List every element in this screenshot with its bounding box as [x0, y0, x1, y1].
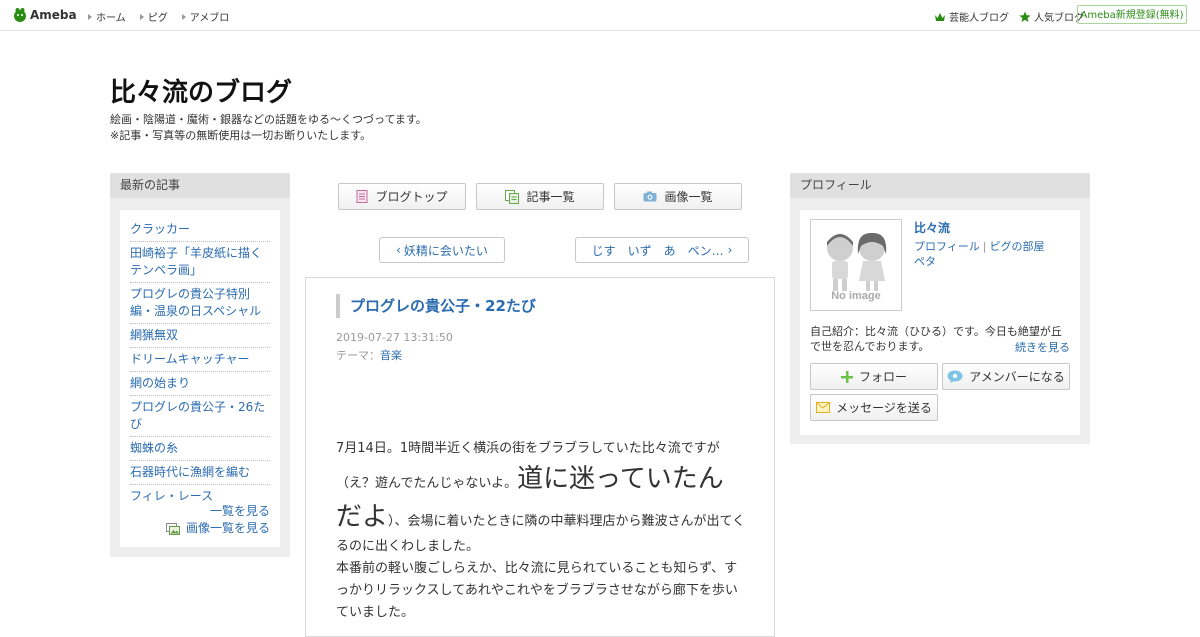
profile-avatar[interactable]: No image	[810, 219, 902, 311]
recent-entries-list: クラッカー 田崎裕子「羊皮紙に描くテンペラ画」 プログレの貴公子特別編・温泉の日…	[130, 218, 270, 508]
recent-entries-heading: 最新の記事	[110, 173, 290, 198]
celebrity-blog-label: 芸能人ブログ	[949, 13, 1009, 24]
blog-description-line-1: 絵画・陰陽道・魔術・銀器などの話題をゆる～くつづってます。	[110, 113, 427, 126]
nav-ameblo-label: アメブロ	[189, 13, 230, 24]
image-list-button[interactable]: 画像一覧	[614, 183, 742, 210]
ameba-logo[interactable]: Ameba	[13, 7, 77, 23]
next-entry-link[interactable]: じす いず あ ペン… ›	[575, 237, 749, 263]
top-right-links: 芸能人ブログ 人気ブログ	[924, 9, 1084, 24]
peta-link[interactable]: ペタ	[914, 255, 936, 268]
triangle-right-icon	[181, 13, 186, 20]
chevron-right-icon: ›	[727, 243, 733, 257]
no-image-label: No image	[831, 290, 881, 302]
prev-entry-link[interactable]: ‹ 妖精に会いたい	[379, 237, 505, 263]
celebrity-blog-link[interactable]: 芸能人ブログ	[934, 9, 1009, 24]
pigg-room-link[interactable]: ピグの部屋	[990, 240, 1045, 253]
profile-more-link[interactable]: 続きを見る	[1015, 339, 1070, 355]
chevron-left-icon: ‹	[396, 243, 401, 257]
recent-entry[interactable]: クラッカー	[130, 218, 270, 242]
prev-entry-label: 妖精に会いたい	[403, 243, 488, 258]
article-theme-link[interactable]: 音楽	[380, 349, 402, 362]
follow-label: フォロー	[858, 370, 907, 384]
profile-heading: プロフィール	[790, 173, 1090, 198]
entry-list-button[interactable]: 記事一覧	[476, 183, 604, 210]
plus-icon	[840, 370, 853, 383]
recent-entries-panel: 最新の記事 クラッカー 田崎裕子「羊皮紙に描くテンペラ画」 プログレの貴公子特別…	[110, 173, 290, 557]
entry-list-link[interactable]: 一覧を見る	[166, 503, 270, 520]
recent-entry[interactable]: 網の始まり	[130, 372, 270, 396]
profile-name[interactable]: 比々流	[914, 219, 950, 236]
send-message-label: メッセージを送る	[836, 401, 932, 415]
next-entry-label: じす いず あ ペン…	[591, 243, 724, 258]
recent-entries-box: クラッカー 田崎裕子「羊皮紙に描くテンペラ画」 プログレの貴公子特別編・温泉の日…	[120, 210, 280, 547]
speech-bubble-icon	[947, 370, 963, 383]
popular-blog-link[interactable]: 人気ブログ	[1019, 9, 1084, 24]
recent-entry[interactable]: 蜘蛛の糸	[130, 437, 270, 461]
nav-home-label: ホーム	[96, 13, 126, 24]
recent-entry[interactable]: プログレの貴公子特別編・温泉の日スペシャル	[130, 283, 270, 324]
nav-ameblo[interactable]: アメブロ	[181, 9, 230, 24]
triangle-right-icon	[88, 13, 92, 20]
nav-home[interactable]: ホーム	[88, 9, 126, 24]
camera-icon	[643, 191, 657, 202]
article: プログレの貴公子・22たび 2019-07-27 13:31:50 テーマ：音楽…	[305, 277, 775, 637]
nav-pigg-label: ピグ	[147, 13, 168, 24]
image-gallery-icon	[165, 522, 180, 535]
blog-title[interactable]: 比々流のブログ	[110, 72, 292, 109]
entry-list-label: 記事一覧	[526, 190, 575, 204]
profile-panel: プロフィール No image 比々流 プロフィール | ピグの部屋 ペタ 自己紹介…	[790, 173, 1090, 444]
top-bar: Ameba ホーム ピグ アメブロ 芸能人ブログ 人気ブログ Ameba新規登録…	[0, 0, 1200, 31]
blog-top-button[interactable]: ブログトップ	[338, 183, 466, 210]
blog-top-label: ブログトップ	[375, 190, 448, 204]
follow-button[interactable]: フォロー	[810, 363, 938, 390]
recent-entry[interactable]: プログレの貴公子・26たび	[130, 396, 270, 437]
nav-pigg[interactable]: ピグ	[139, 9, 168, 24]
profile-link[interactable]: プロフィール	[914, 240, 980, 253]
image-list-label: 画像一覧を見る	[185, 521, 270, 535]
star-icon	[1019, 11, 1031, 22]
link-separator: |	[982, 240, 987, 253]
image-list-button-label: 画像一覧	[664, 190, 713, 204]
amember-button[interactable]: アメンバーになる	[942, 363, 1070, 390]
documents-icon	[505, 189, 520, 204]
blog-description-line-2: ※記事・写真等の無断使用は一切お断りいたします。	[110, 129, 372, 142]
article-body-text: ）、会場に着いたときに隣の中華料理店から難波さんが出てくるのに出くわしました。	[336, 514, 746, 554]
article-title[interactable]: プログレの貴公子・22たび	[336, 294, 536, 318]
article-theme: テーマ：音楽	[336, 347, 402, 363]
profile-links: プロフィール | ピグの部屋 ペタ	[914, 239, 1045, 269]
document-icon	[356, 190, 368, 203]
image-list-link[interactable]: 画像一覧を見る	[165, 520, 270, 537]
amember-label: アメンバーになる	[969, 370, 1065, 384]
recent-entry[interactable]: 網猟無双	[130, 324, 270, 348]
article-body-text: 本番前の軽い腹ごしらえか、比々流に見られていることも知らず、すっかりリラックスし…	[336, 561, 738, 620]
article-theme-label: テーマ：	[336, 349, 380, 362]
article-date: 2019-07-27 13:31:50	[336, 331, 453, 344]
envelope-icon	[816, 402, 831, 413]
recent-entry[interactable]: 石器時代に漁網を編む	[130, 461, 270, 485]
ameba-logo-icon	[14, 8, 26, 22]
profile-box: No image 比々流 プロフィール | ピグの部屋 ペタ 自己紹介：比々流（ひひ…	[800, 210, 1080, 435]
recent-entry[interactable]: 田崎裕子「羊皮紙に描くテンペラ画」	[130, 242, 270, 283]
blog-description: 絵画・陰陽道・魔術・銀器などの話題をゆる～くつづってます。 ※記事・写真等の無断…	[110, 112, 427, 144]
send-message-button[interactable]: メッセージを送る	[810, 394, 938, 421]
recent-entry[interactable]: ドリームキャッチャー	[130, 348, 270, 372]
top-nav: ホーム ピグ アメブロ	[88, 9, 243, 24]
triangle-right-icon	[139, 13, 144, 20]
register-button[interactable]: Ameba新規登録(無料)	[1077, 5, 1187, 24]
left-more-links: 一覧を見る 画像一覧を見る	[165, 503, 270, 537]
article-body: 7月14日。1時間半近く横浜の街をブラブラしていた比々流ですが（え？遊んでたんじ…	[336, 438, 748, 624]
ameba-logo-text: Ameba	[30, 8, 77, 22]
crown-icon	[935, 12, 945, 21]
